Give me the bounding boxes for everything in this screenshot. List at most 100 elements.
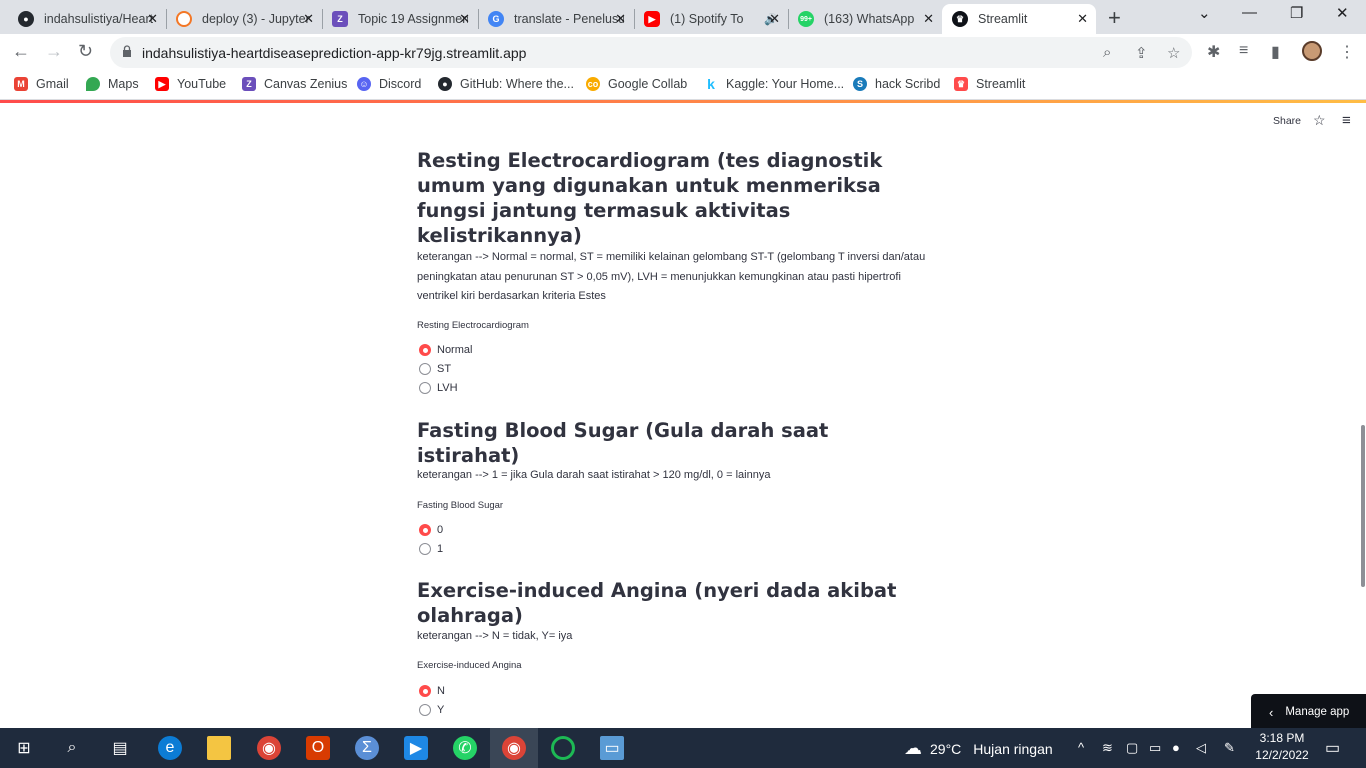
loading-ring-icon[interactable] [551,736,575,760]
chrome-icon[interactable]: ◉ [257,736,281,760]
bookmark-star-icon[interactable]: ☆ [1167,44,1180,62]
close-icon[interactable]: ✕ [923,11,934,27]
tab-title: Topic 19 Assignment [358,12,468,26]
tab-strip: ● indahsulistiya/Heart ✕ deploy (3) - Ju… [0,0,1366,34]
bookmark-github[interactable]: ● GitHub: Where the... [438,77,574,91]
tab-translate[interactable]: G translate - Penelusuran ✕ [478,4,634,34]
tab-jupyter[interactable]: deploy (3) - Jupyter ✕ [166,4,322,34]
pen-icon[interactable]: ✎ [1224,740,1235,756]
bookmark-gmail[interactable]: M Gmail [14,77,69,91]
bookmark-streamlit[interactable]: ♛ Streamlit [954,77,1025,91]
tab-youtube[interactable]: ▶ (1) Spotify To 🔊 ✕ [634,4,788,34]
task-view-icon[interactable]: ▤ [108,736,132,760]
star-icon[interactable]: ☆ [1313,112,1326,129]
close-icon[interactable]: ✕ [615,11,626,27]
radio-option-label: Y [437,704,445,716]
share-button[interactable]: Share [1273,115,1301,127]
tray-chevron-up-icon[interactable]: ^ [1078,740,1084,755]
close-icon[interactable]: ✕ [303,11,314,27]
address-bar[interactable]: indahsulistiya-heartdiseaseprediction-ap… [110,37,1192,68]
wifi-icon[interactable]: ≋ [1102,740,1113,756]
streamlit-decoration-bar [0,100,1366,103]
bookmark-label: hack Scribd [875,77,941,91]
section-heading-resting-ecg: Resting Electrocardiogram (tes diagnosti… [417,149,883,247]
manage-app-label: Manage app [1285,706,1350,718]
chrome-menu-icon[interactable]: ⋮ [1339,42,1355,62]
side-panel-icon[interactable]: ▮ [1271,42,1280,62]
radio-option-st[interactable]: ST [419,363,451,375]
radio-option-lvh[interactable]: LVH [419,382,458,394]
tab-streamlit[interactable]: ♛ Streamlit ✕ [942,4,1096,34]
back-icon[interactable]: ← [12,41,30,62]
bookmark-youtube[interactable]: ▶ YouTube [155,77,226,91]
minimize-icon[interactable]: — [1242,4,1257,21]
close-icon[interactable]: ✕ [769,11,780,27]
tab-search-icon[interactable]: ⌄ [1198,4,1211,22]
radio-option-label: N [437,685,445,697]
window-close-icon[interactable]: ✕ [1336,4,1349,22]
windows-start-icon[interactable]: ⊞ [12,736,36,760]
forward-icon[interactable]: → [45,41,63,62]
touchpad-icon[interactable]: ▢ [1126,740,1138,756]
scrollbar-thumb[interactable] [1361,425,1365,587]
file-explorer-icon[interactable] [207,736,231,760]
calculator-math-icon[interactable]: Σ [355,736,379,760]
windows-taskbar: ⊞ ⌕ ▤ e ◉ O Σ ▶ ✆ ◉ ▭ ☁ 29°C Hujan ringa… [0,728,1366,768]
search-icon[interactable]: ⌕ [60,736,84,760]
radio-selected-icon [419,524,431,536]
radio-label-exercise-angina: Exercise-induced Angina [417,660,522,671]
system-clock[interactable]: 3:18 PM 12/2/2022 [1252,730,1312,764]
bookmark-maps[interactable]: Maps [86,77,139,91]
discord-icon: ☺ [357,77,371,91]
reload-icon[interactable]: ↻ [78,41,93,62]
remote-desktop-icon[interactable]: ▭ [600,736,624,760]
restore-icon[interactable]: ❐ [1290,4,1303,22]
google-icon: G [488,11,504,27]
radio-option-n[interactable]: N [419,685,445,697]
close-icon[interactable]: ✕ [1077,11,1088,27]
youtube-icon: ▶ [644,11,660,27]
bookmark-label: Kaggle: Your Home... [726,77,845,91]
radio-option-normal[interactable]: Normal [419,344,472,356]
bookmarks-bar: M Gmail Maps ▶ YouTube Z Canvas Zenius ☺… [0,72,1366,100]
close-icon[interactable]: ✕ [147,11,158,27]
tab-title: translate - Penelusuran [514,12,624,26]
bookmark-canvas-zenius[interactable]: Z Canvas Zenius [242,77,347,91]
hamburger-menu-icon[interactable]: ≡ [1342,112,1351,129]
tab-github[interactable]: ● indahsulistiya/Heart ✕ [8,4,166,34]
meet-now-icon[interactable]: ● [1172,740,1180,755]
chrome-profile-icon[interactable]: ◉ [502,736,526,760]
zoom-search-icon[interactable]: ⌕ [1103,44,1111,61]
bookmark-discord[interactable]: ☺ Discord [357,77,421,91]
bookmark-label: Discord [379,77,422,91]
extensions-icon[interactable]: ✱ [1207,42,1220,62]
weather-widget[interactable]: ☁ 29°C Hujan ringan [904,738,1053,759]
close-icon[interactable]: ✕ [459,11,470,27]
bookmark-hack-scribd[interactable]: S hack Scribd [853,77,940,91]
notifications-icon[interactable]: ▭ [1325,738,1340,758]
github-icon: ● [438,77,452,91]
maps-pin-icon [86,77,100,91]
office-icon[interactable]: O [306,736,330,760]
bookmark-label: Maps [108,77,139,91]
media-control-icon[interactable]: ≡ [1239,42,1248,60]
radio-option-0[interactable]: 0 [419,524,443,536]
radio-option-label: LVH [437,382,458,394]
tab-whatsapp[interactable]: 99+ (163) WhatsApp ✕ [788,4,942,34]
video-editor-icon[interactable]: ▶ [404,736,428,760]
manage-app-button[interactable]: ‹ Manage app [1251,694,1366,730]
battery-icon[interactable]: ▭ [1149,740,1161,756]
bookmark-kaggle[interactable]: k Kaggle: Your Home... [704,76,845,92]
edge-icon[interactable]: e [158,736,182,760]
volume-icon[interactable]: ◁ [1196,740,1206,756]
profile-avatar[interactable] [1302,41,1322,61]
radio-option-y[interactable]: Y [419,704,444,716]
whatsapp-icon[interactable]: ✆ [453,736,477,760]
radio-option-label: 1 [437,543,444,555]
github-icon: ● [18,11,34,27]
radio-option-1[interactable]: 1 [419,543,443,555]
tab-topic-19[interactable]: Z Topic 19 Assignment ✕ [322,4,478,34]
bookmark-google-collab[interactable]: co Google Collab [586,77,687,91]
new-tab-icon[interactable]: + [1108,5,1121,31]
share-page-icon[interactable]: ⇪ [1135,44,1148,62]
